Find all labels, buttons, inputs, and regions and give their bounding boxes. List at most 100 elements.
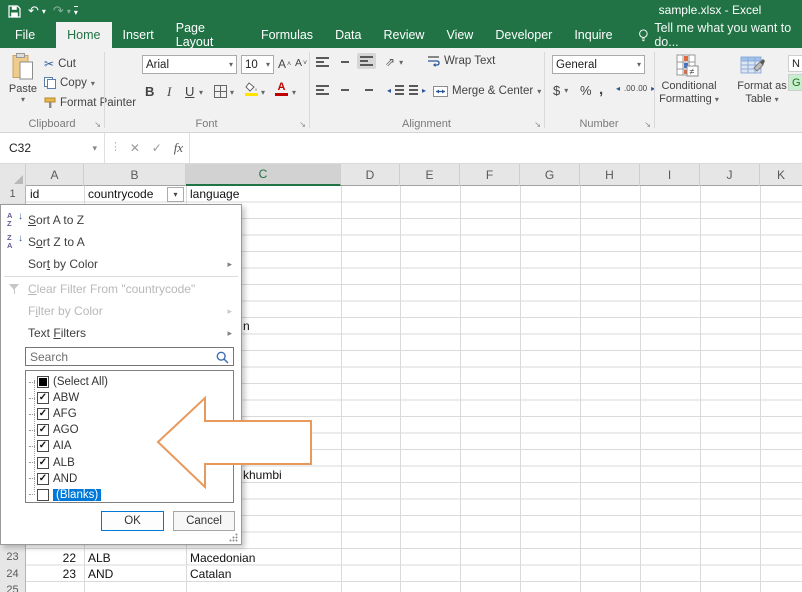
row-header-25[interactable]: 25 xyxy=(0,582,25,592)
undo-dropdown-icon[interactable]: ▾ xyxy=(42,7,46,16)
cell-style-good[interactable]: G xyxy=(788,74,802,91)
currency-button[interactable]: $▾ xyxy=(553,83,568,98)
checkbox-aia[interactable]: ✓ xyxy=(37,440,49,452)
select-all-corner[interactable] xyxy=(0,164,26,186)
column-header-j[interactable]: J xyxy=(700,164,760,186)
row-header-24[interactable]: 24 xyxy=(0,566,25,583)
name-box[interactable]: C32 ▾ xyxy=(0,133,105,163)
column-header-b[interactable]: B xyxy=(84,164,186,186)
bottom-align-button[interactable] xyxy=(357,53,376,69)
cancel-button[interactable]: Cancel xyxy=(173,511,235,531)
checkbox-and[interactable]: ✓ xyxy=(37,473,49,485)
decrease-decimal-button[interactable]: .00▸ xyxy=(636,84,655,93)
tab-formulas[interactable]: Formulas xyxy=(250,22,324,48)
cut-button[interactable]: ✂ Cut xyxy=(44,57,76,71)
column-header-i[interactable]: I xyxy=(640,164,700,186)
increase-decimal-button[interactable]: ◂.00 xyxy=(616,84,635,93)
paste-dropdown-icon[interactable]: ▾ xyxy=(4,95,42,104)
column-header-k[interactable]: K xyxy=(760,164,802,186)
ok-button[interactable]: OK xyxy=(101,511,164,531)
align-right-button[interactable] xyxy=(360,85,373,95)
column-header-e[interactable]: E xyxy=(400,164,460,186)
menu-item-sort-by-color[interactable]: Sort by Color ▸ xyxy=(2,253,240,275)
filter-search-box[interactable] xyxy=(25,347,234,366)
tab-developer[interactable]: Developer xyxy=(484,22,563,48)
checkbox-alb[interactable]: ✓ xyxy=(37,457,49,469)
menu-item-sort-z-to-a[interactable]: ZA↓ Sort Z to A xyxy=(2,231,240,253)
column-header-f[interactable]: F xyxy=(460,164,520,186)
menu-item-sort-a-to-z[interactable]: AZ↓ Sort A to Z xyxy=(2,209,240,231)
align-left-button[interactable] xyxy=(316,85,329,95)
borders-button[interactable] xyxy=(214,85,227,98)
checkbox-ago[interactable]: ✓ xyxy=(37,424,49,436)
underline-dropdown-icon[interactable]: ▾ xyxy=(199,88,203,97)
alignment-dialog-launcher-icon[interactable]: ↘ xyxy=(534,120,541,129)
tab-insert[interactable]: Insert xyxy=(112,22,165,48)
column-header-c[interactable]: C xyxy=(186,164,341,186)
checkbox-abw[interactable]: ✓ xyxy=(37,392,49,404)
tab-page-layout[interactable]: Page Layout xyxy=(165,22,250,48)
checkbox-blanks[interactable] xyxy=(37,489,49,501)
save-icon[interactable] xyxy=(8,5,21,18)
paste-button[interactable]: Paste ▾ xyxy=(4,53,42,127)
cancel-entry-icon[interactable]: ✕ xyxy=(130,141,140,155)
cell-style-normal[interactable]: N xyxy=(788,55,802,72)
copy-button[interactable]: Copy ▾ xyxy=(44,77,95,89)
fill-color-button[interactable] xyxy=(245,82,258,96)
search-icon[interactable] xyxy=(216,351,229,364)
top-align-button[interactable] xyxy=(316,57,329,67)
cell-c23[interactable]: Macedonian xyxy=(190,550,255,567)
column-header-d[interactable]: D xyxy=(341,164,400,186)
number-format-dropdown-icon[interactable]: ▾ xyxy=(637,60,641,69)
name-box-dropdown-icon[interactable]: ▾ xyxy=(92,143,97,154)
checkbox-select-all[interactable] xyxy=(37,376,49,388)
shrink-font-button[interactable]: A˅ xyxy=(295,57,307,69)
tab-file[interactable]: File xyxy=(0,22,50,48)
cell-b24[interactable]: AND xyxy=(88,566,113,583)
tab-view[interactable]: View xyxy=(435,22,484,48)
confirm-entry-icon[interactable]: ✓ xyxy=(152,141,162,155)
currency-dropdown-icon[interactable]: ▾ xyxy=(564,86,568,95)
orientation-dropdown-icon[interactable]: ▾ xyxy=(399,58,403,67)
center-button[interactable] xyxy=(338,85,351,95)
row-header-23[interactable]: 23 xyxy=(0,549,25,566)
formula-input[interactable] xyxy=(190,133,802,163)
cell-b1[interactable]: countrycode xyxy=(88,186,153,203)
font-color-dropdown-icon[interactable]: ▾ xyxy=(292,88,296,97)
underline-button[interactable]: U xyxy=(185,84,194,99)
column-header-g[interactable]: G xyxy=(520,164,580,186)
cell-c1[interactable]: language xyxy=(190,186,239,203)
insert-function-icon[interactable]: fx xyxy=(174,140,183,156)
conditional-formatting-button[interactable]: Conditional Formatting ▾ xyxy=(654,80,724,106)
cell-a24[interactable]: 23 xyxy=(26,566,80,583)
fill-color-dropdown-icon[interactable]: ▾ xyxy=(261,88,265,97)
column-header-a[interactable]: A xyxy=(26,164,84,186)
bold-button[interactable]: B xyxy=(145,84,154,99)
cell-c24[interactable]: Catalan xyxy=(190,566,231,583)
font-name-dropdown-icon[interactable]: ▾ xyxy=(229,60,233,69)
increase-indent-button[interactable]: ▸ xyxy=(409,85,426,95)
menu-item-text-filters[interactable]: Text Filters ▸ xyxy=(2,322,240,344)
number-format-combo[interactable]: General ▾ xyxy=(552,55,645,74)
merge-center-dropdown-icon[interactable]: ▾ xyxy=(537,87,541,96)
filter-item-select-all[interactable]: (Select All) xyxy=(26,374,233,390)
comma-button[interactable]: , xyxy=(599,81,603,98)
grow-font-button[interactable]: A˄ xyxy=(278,57,291,71)
customize-qat-icon[interactable]: ▾ xyxy=(74,6,78,17)
tab-review[interactable]: Review xyxy=(372,22,435,48)
resize-grip[interactable] xyxy=(229,533,238,542)
tab-data[interactable]: Data xyxy=(324,22,372,48)
clipboard-dialog-launcher-icon[interactable]: ↘ xyxy=(94,120,101,129)
merge-center-button[interactable]: Merge & Center ▾ xyxy=(433,85,541,97)
tab-home[interactable]: Home xyxy=(56,22,111,48)
decrease-indent-button[interactable]: ◂ xyxy=(387,85,404,95)
format-as-table-button[interactable]: Format as Table ▾ xyxy=(730,80,794,106)
filter-item-blanks[interactable]: (Blanks) xyxy=(26,487,233,503)
font-size-dropdown-icon[interactable]: ▾ xyxy=(266,60,270,69)
cell-b23[interactable]: ALB xyxy=(88,550,111,567)
font-size-combo[interactable]: 10 ▾ xyxy=(241,55,274,74)
undo-icon[interactable]: ↶ xyxy=(28,2,39,20)
font-name-combo[interactable]: Arial ▾ xyxy=(142,55,237,74)
copy-dropdown-icon[interactable]: ▾ xyxy=(91,79,95,88)
countrycode-filter-button[interactable]: ▾ xyxy=(167,187,184,202)
